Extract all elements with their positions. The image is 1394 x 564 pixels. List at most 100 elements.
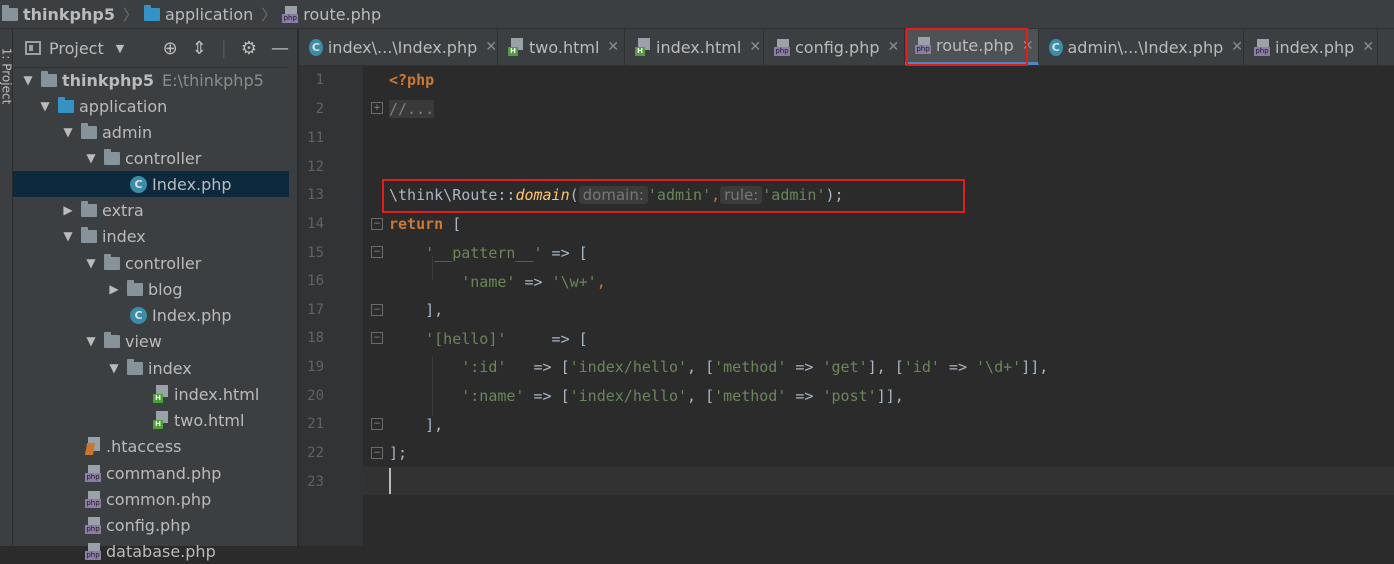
code-token: ], [ [867,358,904,376]
tab-index-index-php[interactable]: C index\...\Index.php ✕ [299,29,498,65]
chevron-down-icon[interactable]: ▼ [84,334,98,348]
string-literal: '\d+' [976,358,1022,376]
tab-label: two.html [529,37,600,57]
breadcrumb-item-route[interactable]: php route.php [282,5,381,24]
php-file-icon: php [1254,38,1270,56]
string-literal: ':id' [461,358,507,376]
tree-item-label: index [102,226,146,246]
project-tool-button[interactable]: 1: Project [0,48,13,105]
tree-item-index-html[interactable]: H index.html [13,381,297,407]
chevron-down-icon[interactable]: ▼ [21,73,35,87]
close-icon[interactable]: ✕ [1362,39,1374,55]
code-editor[interactable]: <?php //... \think\Route::domain(domain:… [363,66,1394,546]
locate-icon[interactable]: ⊕ [163,38,178,59]
tree-item-index-controller[interactable]: ▼ controller [13,250,297,276]
tree-item-command-php[interactable]: php command.php [13,460,297,486]
chevron-down-icon[interactable]: ▼ [61,229,75,243]
return-keyword: return [389,215,444,233]
code-token: , [ [687,358,715,376]
tree-item-admin-index-php[interactable]: C Index.php [13,171,297,197]
class-file-icon: C [1049,38,1063,56]
chevron-down-icon[interactable]: ▼ [107,361,121,375]
html-file-icon: H [635,38,651,56]
close-icon[interactable]: ✕ [749,39,761,55]
breadcrumb-item-application[interactable]: application [144,4,253,24]
collapse-icon[interactable]: ⇕ [192,38,207,59]
tree-item-admin[interactable]: ▼ admin [13,119,297,145]
string-literal: 'index/hello' [569,387,688,405]
line-number: 13 [307,187,324,203]
code-line-22: ]; [389,444,407,462]
tree-item-index[interactable]: ▼ index [13,223,297,249]
tree-item-label: index [148,358,192,378]
tree-item-database-php[interactable]: php database.php [13,538,297,564]
code-token: ]], [876,387,904,405]
text-caret [389,468,391,494]
code-line-15: '__pattern__' => [ [389,244,588,262]
html-file-icon: H [153,385,169,403]
tab-label: config.php [795,37,880,57]
tab-index-html[interactable]: H index.html ✕ [625,29,764,65]
project-panel-title[interactable]: Project [49,39,104,58]
close-icon[interactable]: ✕ [485,39,497,55]
code-line-1: <?php [389,71,434,89]
tab-config-php[interactable]: php config.php ✕ [764,29,905,65]
tree-item-extra[interactable]: ▶ extra [13,197,297,223]
tree-item-index-index-php[interactable]: C Index.php [13,302,297,328]
tree-item-label: command.php [106,463,222,483]
breadcrumb-item-thinkphp5[interactable]: thinkphp5 [0,4,115,24]
tree-item-config-php[interactable]: php config.php [13,512,297,538]
breadcrumb-label: thinkphp5 [23,4,115,24]
tree-item-label: application [79,96,168,116]
chevron-down-icon[interactable]: ▼ [61,125,75,139]
chevron-down-icon[interactable]: ▼ [84,151,98,165]
folder-icon [81,122,97,139]
string-literal: 'method' [714,387,787,405]
tree-item-blog[interactable]: ▶ blog [13,276,297,302]
code-token: ], [425,301,444,319]
tree-item-htaccess[interactable]: .htaccess [13,433,297,459]
code-token: ], [425,416,444,434]
tree-item-two-html[interactable]: H two.html [13,407,297,433]
chevron-right-icon[interactable]: ▶ [107,282,121,296]
panel-toolbar: ⊕ ⇕ | ⚙ — [163,38,289,59]
string-literal: 'id' [903,358,940,376]
close-icon[interactable]: ✕ [888,39,900,55]
panel-scrollbar[interactable] [289,67,297,546]
chevron-right-icon[interactable]: ▶ [61,203,75,217]
tree-item-application[interactable]: ▼ application [13,93,297,119]
chevron-down-icon[interactable]: ▼ [38,99,52,113]
tree-item-admin-controller[interactable]: ▼ controller [13,145,297,171]
tab-admin-index-php[interactable]: C admin\...\Index.php ✕ [1039,29,1244,65]
tree-item-common-php[interactable]: php common.php [13,486,297,512]
editor-gutter: 1 2 11 12 13 14 15 16 17 18 19 20 21 22 … [299,66,363,546]
string-literal: 'post' [822,387,877,405]
hide-icon[interactable]: — [271,38,289,59]
tab-two-html[interactable]: H two.html ✕ [498,29,625,65]
code-token: ]; [389,444,408,462]
php-file-icon: php [774,38,790,56]
folder-icon [104,148,120,165]
tree-item-label: common.php [106,489,212,509]
chevron-down-icon[interactable]: ▼ [84,256,98,270]
tab-label: index\...\Index.php [327,37,478,57]
tree-item-label: controller [125,253,202,273]
close-icon[interactable]: ✕ [1231,39,1243,55]
gear-icon[interactable]: ⚙ [241,38,257,59]
folder-icon [2,4,18,21]
folded-comment[interactable]: //... [389,100,435,118]
tree-item-label: index.html [174,384,260,404]
tree-item-label: .htaccess [106,436,182,456]
code-token: => [786,387,823,405]
code-line-20: ':name' => ['index/hello', ['method' => … [389,387,904,405]
line-number: 20 [307,388,324,404]
tab-index-php[interactable]: php index.php ✕ [1244,29,1378,65]
tree-item-view[interactable]: ▼ view [13,328,297,354]
php-file-icon: php [85,490,101,508]
close-icon[interactable]: ✕ [607,39,619,55]
tree-item-thinkphp5[interactable]: ▼ thinkphp5 E:\thinkphp5 [13,67,297,93]
chevron-down-icon[interactable]: ▼ [116,42,124,55]
tree-item-view-index[interactable]: ▼ index [13,355,297,381]
code-line-17: ], [389,301,443,319]
tree-item-label: Index.php [152,305,232,325]
